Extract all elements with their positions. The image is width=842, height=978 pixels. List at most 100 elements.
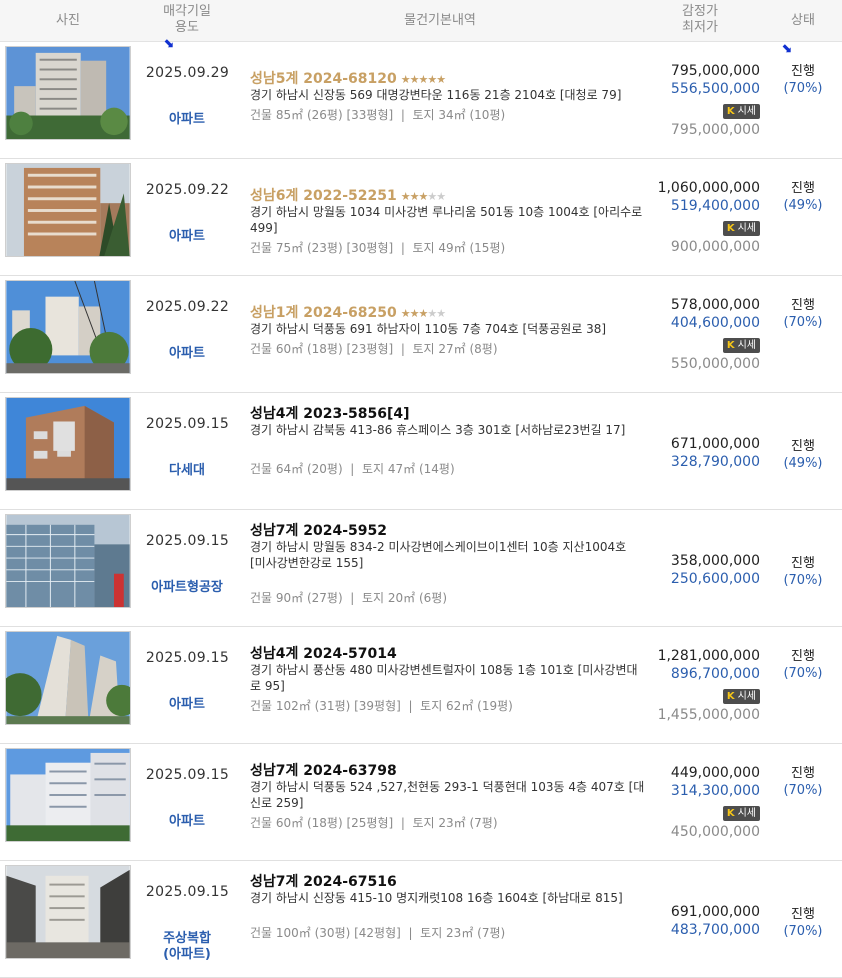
table-row[interactable]: 2025.09.15 다세대 성남4계 2023-5856[4] 경기 하남시 …	[0, 393, 842, 510]
market-price-badge[interactable]: K 시세	[722, 689, 760, 704]
case-number-link[interactable]: 성남7계 2024-67516	[250, 871, 645, 890]
table-row[interactable]: 2025.09.15 아파트 성남7계 2024-63798 경기 하남시 덕풍…	[0, 744, 842, 861]
case-number[interactable]: 성남7계 2024-67516	[250, 874, 397, 890]
land-area: 토지 34㎡ (10평)	[412, 108, 506, 122]
market-price-badge[interactable]: K 시세	[722, 104, 760, 119]
header-date: 매각기일	[163, 4, 211, 19]
property-area: 건물 102㎡ (31평) [39평형] | 토지 62㎡ (19평)	[250, 697, 645, 714]
case-number[interactable]: 성남4계 2024-57014	[250, 646, 397, 662]
case-number-link[interactable]: 성남4계 2024-57014	[250, 643, 645, 662]
case-number-link[interactable]: 성남4계 2023-5856[4]	[250, 403, 645, 422]
market-price-badge[interactable]: K 시세	[722, 221, 760, 236]
minimum-price: 556,500,000	[670, 81, 760, 97]
status-cell: 진행 (49%)	[778, 435, 828, 471]
case-number[interactable]: 성남5계 2024-68120	[250, 71, 397, 87]
area-separator: |	[400, 342, 405, 356]
property-photo[interactable]	[5, 865, 131, 959]
case-number-link[interactable]: 성남7계 2024-5952	[250, 520, 645, 539]
area-separator: |	[400, 108, 405, 122]
auction-date: 2025.09.22	[145, 299, 230, 315]
auction-date: 2025.09.15	[145, 416, 230, 432]
market-price-badge-label: 시세	[737, 223, 756, 234]
kb-logo-icon: K	[726, 808, 735, 819]
property-photo[interactable]	[5, 748, 131, 842]
property-info: 성남4계 2024-57014 경기 하남시 풍산동 480 미사강변센트럴자이…	[250, 643, 645, 714]
building-area: 건물 100㎡ (30평) [42평형]	[250, 926, 401, 940]
case-number-link[interactable]: 성남5계 2024-68120 ★★★★★	[250, 68, 645, 87]
status-cell: 진행 (70%)	[778, 762, 828, 798]
property-area: 건물 64㎡ (20평) | 토지 47㎡ (14평)	[250, 460, 645, 477]
property-area: 건물 60㎡ (18평) [23평형] | 토지 27㎡ (8평)	[250, 340, 645, 357]
case-number[interactable]: 성남7계 2024-63798	[250, 763, 397, 779]
market-price: 795,000,000	[670, 122, 760, 138]
property-photo[interactable]	[5, 514, 131, 608]
property-photo[interactable]	[5, 280, 131, 374]
kb-logo-icon: K	[726, 691, 735, 702]
usage-link[interactable]: 아파트	[138, 697, 236, 713]
property-photo[interactable]	[5, 163, 131, 257]
building-area: 건물 90㎡ (27평)	[250, 591, 343, 605]
table-row[interactable]: 2025.09.22 아파트 성남1계 2024-68250 ★★★★★ 경기 하…	[0, 276, 842, 393]
property-address: 경기 하남시 덕풍동 524 ,527,천현동 293-1 덕풍현대 103동 …	[250, 780, 645, 810]
case-number[interactable]: 성남1계 2024-68250	[250, 305, 397, 321]
building-area: 건물 75㎡ (23평) [30평형]	[250, 241, 394, 255]
table-row[interactable]: 2025.09.29 아파트 성남5계 2024-68120 ★★★★★ 경기 하…	[0, 42, 842, 159]
property-info: 성남5계 2024-68120 ★★★★★ 경기 하남시 신장동 569 대명강변…	[250, 68, 645, 123]
case-number[interactable]: 성남6계 2022-52251	[250, 188, 397, 204]
property-address: 경기 하남시 신장동 415-10 명지캐럿108 16층 1604호 [하남대…	[250, 891, 623, 905]
land-area: 토지 23㎡ (7평)	[412, 816, 498, 830]
property-address: 경기 하남시 감북동 413-86 휴스페이스 3층 301호 [서하남로23번…	[250, 423, 626, 437]
property-photo[interactable]	[5, 46, 131, 140]
case-number[interactable]: 성남4계 2023-5856[4]	[250, 406, 410, 422]
status-cell: 진행 (70%)	[778, 60, 828, 96]
price-block: 358,000,000 250,600,000	[645, 553, 760, 589]
status-cell: 진행 (70%)	[778, 552, 828, 588]
appraisal-price: 1,281,000,000	[657, 648, 760, 664]
status-percent: (49%)	[783, 198, 823, 213]
status-percent: (70%)	[783, 573, 823, 588]
usage-link[interactable]: 아파트형공장	[138, 580, 236, 596]
status-text: 진행	[791, 766, 815, 781]
usage-link[interactable]: 아파트	[138, 814, 236, 830]
usage-link[interactable]: 아파트	[138, 229, 236, 245]
usage-link[interactable]: 다세대	[138, 463, 236, 479]
table-row[interactable]: 2025.09.15 주상복합 (아파트) 성남7계 2024-67516 경기…	[0, 861, 842, 978]
property-photo[interactable]	[5, 397, 131, 491]
usage-link[interactable]: 아파트	[138, 346, 236, 362]
header-minimum: 최저가	[682, 20, 718, 35]
usage-link[interactable]: 아파트	[138, 112, 236, 128]
land-area: 토지 47㎡ (14평)	[361, 462, 455, 476]
property-photo[interactable]	[5, 631, 131, 725]
land-area: 토지 20㎡ (6평)	[361, 591, 448, 605]
status-cell: 진행 (70%)	[778, 903, 828, 939]
market-price-badge-label: 시세	[737, 340, 756, 351]
appraisal-price: 449,000,000	[670, 765, 760, 781]
property-info: 성남1계 2024-68250 ★★★★★ 경기 하남시 덕풍동 691 하남자이…	[250, 302, 645, 357]
appraisal-price: 358,000,000	[670, 553, 760, 569]
table-row[interactable]: 2025.09.15 아파트 성남4계 2024-57014 경기 하남시 풍산…	[0, 627, 842, 744]
status-percent: (70%)	[783, 81, 823, 96]
auction-date: 2025.09.15	[145, 884, 230, 900]
status-text: 진행	[791, 649, 815, 664]
case-number-link[interactable]: 성남6계 2022-52251 ★★★★★	[250, 185, 645, 204]
property-address: 경기 하남시 망월동 1034 미사강변 루나리움 501동 10층 1004호…	[250, 205, 643, 235]
appraisal-price: 578,000,000	[670, 297, 760, 313]
auction-date: 2025.09.22	[145, 182, 230, 198]
case-number-link[interactable]: 성남7계 2024-63798	[250, 760, 645, 779]
market-price-badge[interactable]: K 시세	[722, 806, 760, 821]
market-price-badge[interactable]: K 시세	[722, 338, 760, 353]
kb-logo-icon: K	[726, 106, 735, 117]
market-price-badge-label: 시세	[737, 106, 756, 117]
case-number-link[interactable]: 성남1계 2024-68250 ★★★★★	[250, 302, 645, 321]
market-price-badge-label: 시세	[737, 808, 756, 819]
kb-logo-icon: K	[726, 223, 735, 234]
status-text: 진행	[791, 64, 815, 79]
usage-link[interactable]: 주상복합 (아파트)	[138, 931, 236, 963]
case-number[interactable]: 성남7계 2024-5952	[250, 523, 387, 539]
kb-logo-icon: K	[726, 340, 735, 351]
auction-date: 2025.09.15	[145, 533, 230, 549]
table-row[interactable]: 2025.09.22 아파트 성남6계 2022-52251 ★★★★★ 경기 하…	[0, 159, 842, 276]
header-date-usage: 매각기일 용도	[138, 4, 236, 36]
table-row[interactable]: 2025.09.15 아파트형공장 성남7계 2024-5952 경기 하남시 …	[0, 510, 842, 627]
header-status: 상태	[791, 13, 815, 28]
